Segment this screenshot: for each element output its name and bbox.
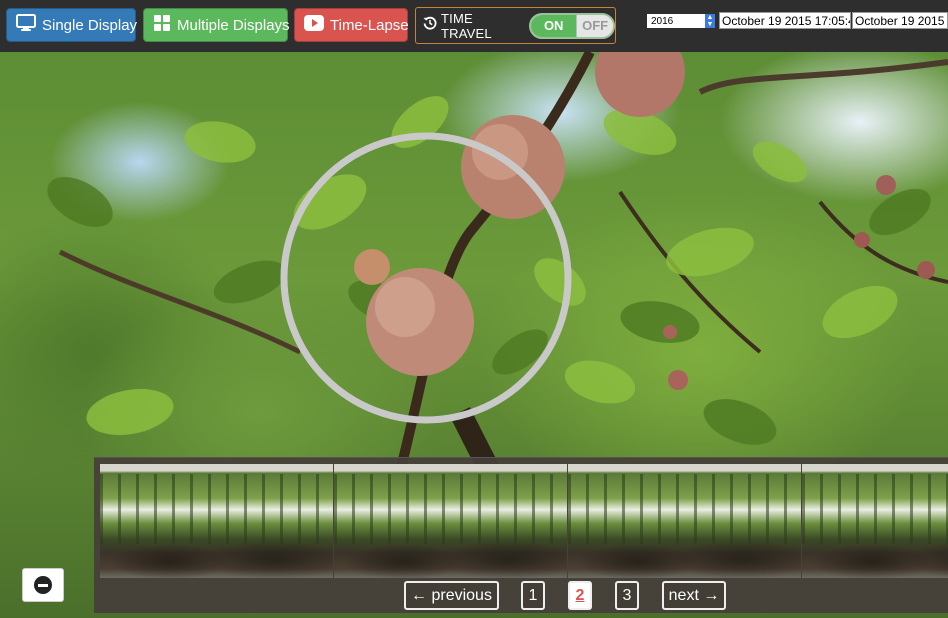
toggle-off-label: OFF <box>576 14 613 37</box>
filmstrip-panel: ← previous 1 2 3 next → <box>94 457 948 613</box>
time-lapse-label: Time-Lapse <box>330 16 409 34</box>
start-datetime-field[interactable]: October 19 2015 17:05:47. <box>719 12 851 29</box>
grid-icon <box>153 14 171 36</box>
multiple-displays-label: Multiple Displays <box>177 16 290 34</box>
pagination: ← previous 1 2 3 next → <box>94 581 948 611</box>
panorama-thumbnail[interactable] <box>100 464 333 578</box>
minus-circle-icon <box>34 576 52 594</box>
panorama-thumbnail[interactable] <box>802 464 948 578</box>
zoom-out-button[interactable] <box>22 568 64 602</box>
select-arrows-icon: ▲ ▼ <box>705 14 715 28</box>
multiple-displays-button[interactable]: Multiple Displays <box>143 8 290 42</box>
thumbnail-strip <box>100 464 948 578</box>
play-video-icon <box>304 15 324 35</box>
single-display-label: Single Display <box>42 16 138 34</box>
toggle-on-label: ON <box>531 14 577 37</box>
end-datetime-field[interactable]: October 19 2015 <box>852 12 948 29</box>
page-button-1[interactable]: 1 <box>521 581 545 610</box>
page-button-2-current[interactable]: 2 <box>568 581 592 610</box>
panorama-thumbnail[interactable] <box>334 464 567 578</box>
year-value: 2016 <box>651 15 674 27</box>
time-travel-label: TIME TRAVEL <box>441 10 492 41</box>
time-travel-toggle[interactable]: ON OFF <box>529 12 615 39</box>
page-button-3[interactable]: 3 <box>615 581 639 610</box>
next-page-button[interactable]: next → <box>662 581 726 610</box>
time-lapse-button[interactable]: Time-Lapse <box>294 8 409 42</box>
panorama-thumbnail[interactable] <box>568 464 801 578</box>
history-icon <box>423 16 437 35</box>
previous-page-button[interactable]: ← previous <box>404 581 499 610</box>
top-toolbar: Single Display Multiple Displays Time-La… <box>0 0 948 52</box>
year-select[interactable]: 2016 ▲ ▼ <box>647 14 715 28</box>
monitor-icon <box>16 14 36 36</box>
single-display-button[interactable]: Single Display <box>6 8 138 42</box>
time-travel-control: TIME TRAVEL ON OFF <box>415 7 616 44</box>
